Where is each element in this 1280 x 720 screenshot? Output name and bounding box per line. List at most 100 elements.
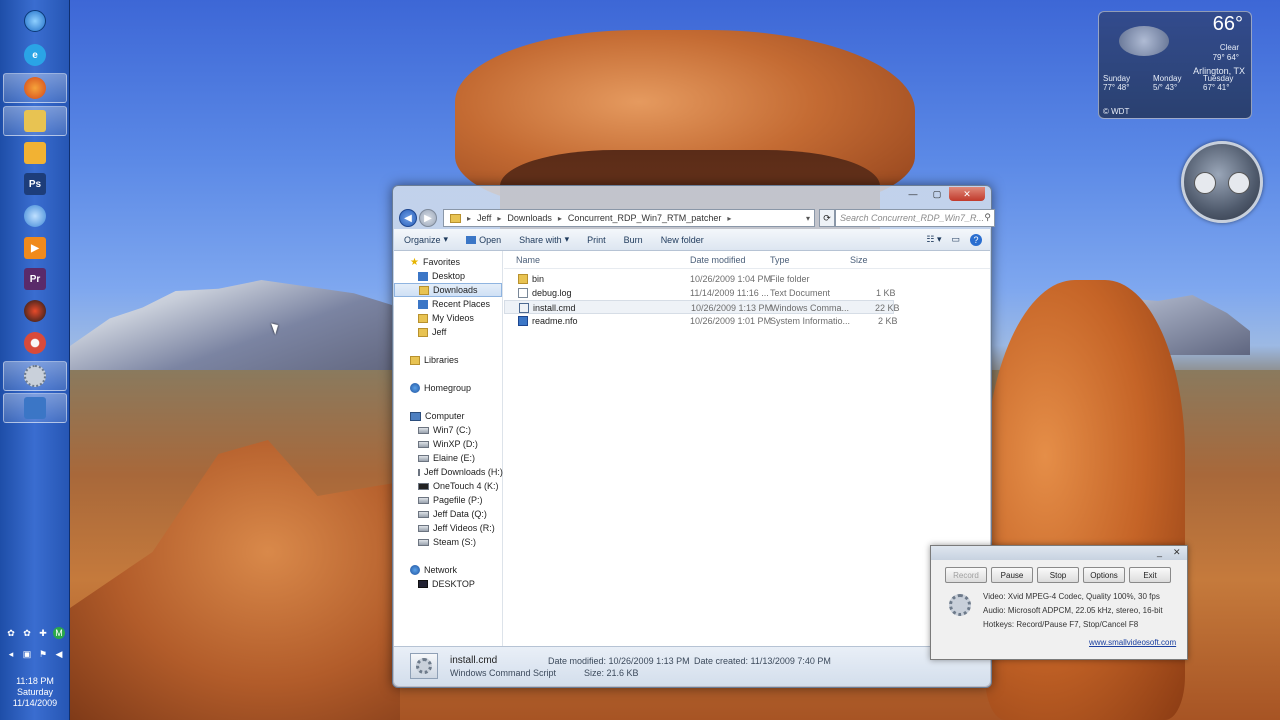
pause-button[interactable]: Pause	[991, 567, 1033, 583]
nav-item-jeff[interactable]: Jeff	[394, 325, 502, 339]
details-modified: Date modified: 10/26/2009 1:13 PM	[548, 656, 690, 666]
nav-favorites[interactable]: ★ Favorites	[394, 255, 502, 269]
photoshop-icon: Ps	[24, 173, 46, 195]
column-date-modified[interactable]: Date modified	[690, 255, 746, 265]
help-icon[interactable]: ?	[970, 233, 982, 246]
tray-m-icon[interactable]: M	[53, 627, 65, 639]
weather-gadget[interactable]: 66° Clear 79° 64° Arlington, TX Sunday 77…	[1098, 11, 1252, 119]
open-button[interactable]: Open	[466, 235, 501, 245]
nav-item-recent-places[interactable]: Recent Places	[394, 297, 502, 311]
nav-drive[interactable]: Jeff Downloads (H:)	[394, 465, 503, 479]
minimize-button[interactable]: —	[901, 187, 925, 201]
nav-label: Computer	[425, 411, 465, 421]
nav-network-desktop[interactable]: DESKTOP	[394, 577, 502, 591]
taskbar-ie-button[interactable]: e	[3, 40, 67, 70]
nav-drive[interactable]: Pagefile (P:)	[394, 493, 502, 507]
chevron-right-icon: ▸	[467, 213, 472, 223]
recorder-icon	[24, 365, 46, 387]
tray-network-icon[interactable]: ▣	[21, 648, 33, 660]
nav-computer[interactable]: Computer	[394, 409, 502, 423]
share-with-button[interactable]: Share with ▾	[519, 234, 569, 245]
forecast-day-temps: 5/° 43°	[1153, 83, 1178, 92]
column-type[interactable]: Type	[770, 255, 790, 265]
nav-drive[interactable]: Jeff Videos (R:)	[394, 521, 502, 535]
minimize-button[interactable]: _	[1157, 547, 1162, 557]
search-icon: ⚲	[984, 212, 991, 222]
column-size[interactable]: Size	[850, 255, 868, 265]
nav-item-my-videos[interactable]: My Videos	[394, 311, 502, 325]
taskbar-recorder-button[interactable]	[3, 361, 67, 391]
chevron-down-icon[interactable]: ▾	[806, 214, 810, 223]
nav-drive[interactable]: Win7 (C:)	[394, 423, 502, 437]
analog-clock-gadget[interactable]	[1181, 141, 1263, 223]
breadcrumb-item[interactable]: Jeff	[477, 213, 491, 223]
nav-label: My Videos	[432, 313, 474, 323]
close-button[interactable]: ✕	[1173, 547, 1181, 558]
file-name: readme.nfo	[532, 316, 578, 326]
breadcrumb-item[interactable]: Downloads	[507, 213, 552, 223]
taskbar-clock[interactable]: 11:18 PM Saturday 11/14/2009	[0, 676, 70, 709]
tray-flag-icon[interactable]: ⚑	[37, 648, 49, 660]
nav-item-desktop[interactable]: Desktop	[394, 269, 502, 283]
taskbar-media-center-button[interactable]	[3, 296, 67, 326]
burn-button[interactable]: Burn	[624, 235, 643, 245]
nav-label: Jeff Videos (R:)	[433, 523, 495, 533]
taskbar-photoshop-button[interactable]: Ps	[3, 169, 67, 199]
nav-network[interactable]: Network	[394, 563, 502, 577]
search-input[interactable]: Search Concurrent_RDP_Win7_R... ⚲	[835, 209, 995, 227]
file-row[interactable]: debug.log 11/14/2009 11:16 ... Text Docu…	[504, 286, 896, 300]
nav-homegroup[interactable]: Homegroup	[394, 381, 502, 395]
file-row[interactable]: install.cmd 10/26/2009 1:13 PM Windows C…	[504, 300, 900, 314]
back-button[interactable]: ◀	[399, 209, 417, 227]
exit-button[interactable]: Exit	[1129, 567, 1171, 583]
taskbar-firefox-button[interactable]	[3, 73, 67, 103]
file-name: bin	[532, 274, 545, 284]
taskbar-remote-desktop-button[interactable]	[3, 393, 67, 423]
tray-arrow-icon[interactable]: ◂	[5, 648, 17, 660]
clock-time: 11:18 PM	[16, 676, 54, 686]
view-options-icon[interactable]: ☷ ▾	[926, 234, 941, 246]
forward-button[interactable]: ▶	[419, 209, 437, 227]
nav-drive[interactable]: Jeff Data (Q:)	[394, 507, 502, 521]
options-button[interactable]: Options	[1083, 567, 1125, 583]
nav-libraries[interactable]: Libraries	[394, 353, 502, 367]
taskbar-paint-button[interactable]	[3, 201, 67, 231]
nav-drive[interactable]: Steam (S:)	[394, 535, 502, 549]
maximize-button[interactable]: ▢	[925, 187, 949, 201]
taskbar-explorer-button[interactable]	[3, 106, 67, 136]
tray-gear-icon[interactable]: ✿	[5, 627, 17, 639]
record-button[interactable]: Record	[945, 567, 987, 583]
website-link[interactable]: www.smallvideosoft.com	[1089, 638, 1176, 647]
stop-button[interactable]: Stop	[1037, 567, 1079, 583]
drive-icon	[418, 454, 429, 462]
tray-security-icon[interactable]: ✚	[37, 627, 49, 639]
chevron-down-icon: ▾	[443, 234, 449, 244]
new-folder-button[interactable]: New folder	[661, 235, 704, 245]
refresh-button[interactable]: ⟳	[819, 209, 835, 227]
file-row[interactable]: readme.nfo 10/26/2009 1:01 PM System Inf…	[504, 314, 898, 328]
preview-pane-icon[interactable]: ▭	[951, 234, 960, 246]
start-button[interactable]	[3, 6, 67, 36]
nav-label: Jeff	[432, 327, 447, 337]
print-button[interactable]: Print	[587, 235, 606, 245]
taskbar-outlook-button[interactable]	[3, 138, 67, 168]
nav-drive[interactable]: OneTouch 4 (K:)	[394, 479, 502, 493]
file-date: 10/26/2009 1:01 PM	[690, 316, 772, 326]
tray-volume-icon[interactable]: ◀	[53, 648, 65, 660]
address-bar[interactable]: ▸ Jeff ▸ Downloads ▸ Concurrent_RDP_Win7…	[443, 209, 815, 227]
breadcrumb-item[interactable]: Concurrent_RDP_Win7_RTM_patcher	[568, 213, 721, 223]
tray-update-icon[interactable]: ✿	[21, 627, 33, 639]
column-name[interactable]: Name	[516, 255, 540, 265]
taskbar: e Ps ▶ Pr ✿ ✿ ✚ M ◂ ▣ ⚑ ◀ 11:18 PM Satur…	[0, 0, 70, 720]
taskbar-premiere-button[interactable]: Pr	[3, 264, 67, 294]
taskbar-media-player-button[interactable]: ▶	[3, 233, 67, 263]
close-button[interactable]: ✕	[949, 187, 985, 201]
taskbar-chrome-button[interactable]	[3, 328, 67, 358]
nav-item-downloads[interactable]: Downloads	[394, 283, 502, 297]
nav-drive[interactable]: WinXP (D:)	[394, 437, 502, 451]
organize-button[interactable]: Organize ▾	[404, 234, 448, 245]
nav-drive[interactable]: Elaine (E:)	[394, 451, 502, 465]
file-row[interactable]: bin 10/26/2009 1:04 PM File folder	[504, 272, 894, 286]
folder-icon	[518, 274, 528, 284]
audio-info: Audio: Microsoft ADPCM, 22.05 kHz, stere…	[983, 606, 1163, 615]
